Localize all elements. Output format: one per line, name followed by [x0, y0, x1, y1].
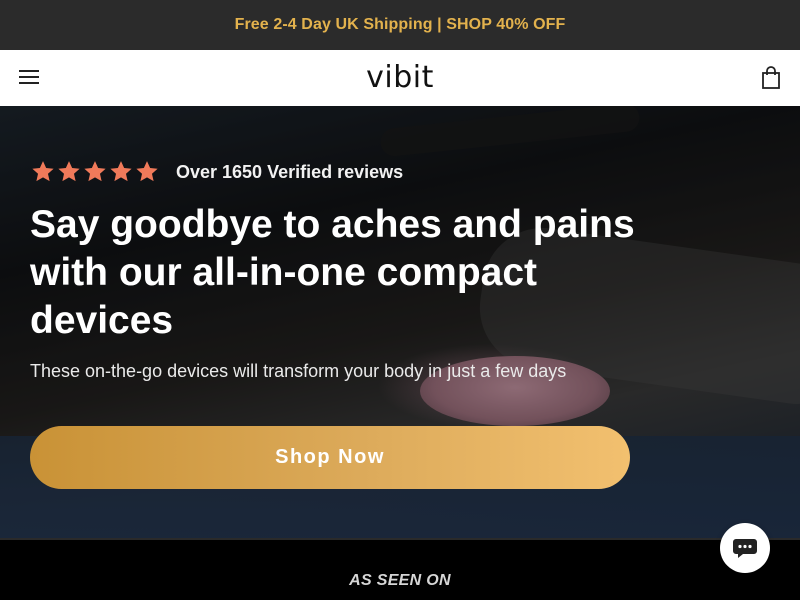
- star-icon: [84, 161, 106, 182]
- chat-bubble-icon[interactable]: [720, 523, 770, 573]
- hero-headline: Say goodbye to aches and pains with our …: [30, 203, 635, 342]
- star-rating: [30, 159, 160, 185]
- star-icon: [32, 161, 54, 182]
- review-rating: Over 1650 Verified reviews: [30, 159, 403, 185]
- hero-banner: Over 1650 Verified reviews Say goodbye t…: [0, 106, 800, 538]
- announcement-text[interactable]: Free 2-4 Day UK Shipping | SHOP 40% OFF: [235, 16, 566, 34]
- shopping-bag-icon[interactable]: [761, 66, 781, 90]
- star-icon: [110, 161, 132, 182]
- star-icon: [58, 161, 80, 182]
- hamburger-menu-icon[interactable]: [19, 69, 39, 85]
- hero-subheadline: These on-the-go devices will transform y…: [30, 361, 567, 381]
- as-seen-on-section: AS SEEN ON: [0, 538, 800, 600]
- site-header: vibit: [0, 50, 800, 106]
- star-icon: [136, 161, 158, 182]
- announcement-bar: Free 2-4 Day UK Shipping | SHOP 40% OFF: [0, 0, 800, 50]
- review-count-text: Over 1650 Verified reviews: [176, 161, 404, 182]
- site-logo[interactable]: vibit: [366, 60, 434, 95]
- shop-now-button[interactable]: Shop Now: [30, 426, 630, 489]
- shop-now-label: Shop Now: [275, 446, 385, 468]
- as-seen-on-label: AS SEEN ON: [349, 572, 451, 589]
